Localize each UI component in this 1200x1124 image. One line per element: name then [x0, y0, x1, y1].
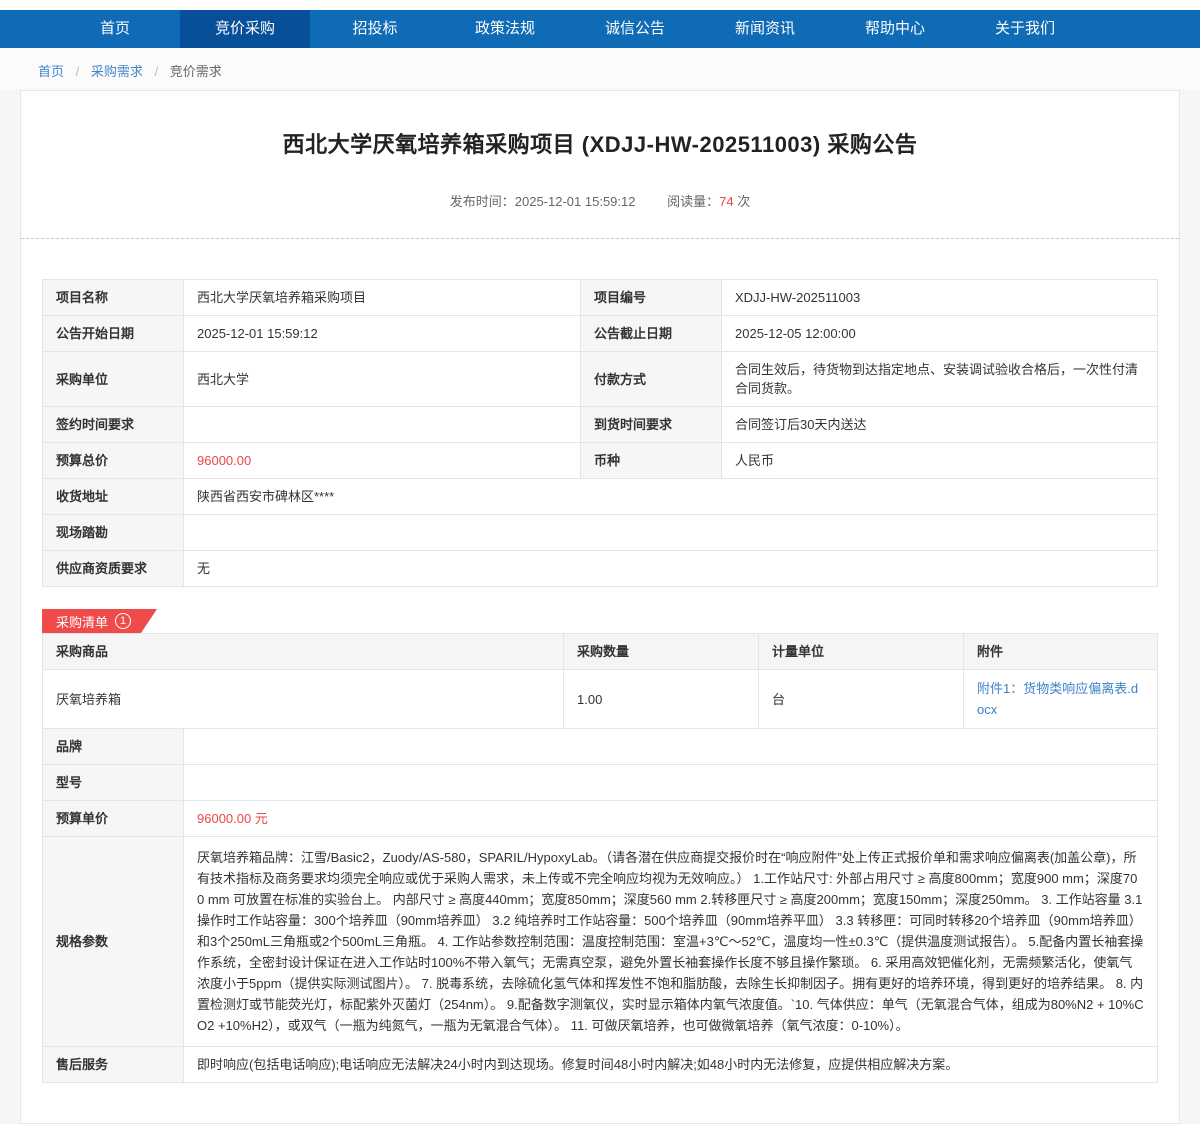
announcement-card: 西北大学厌氧培养箱采购项目 (XDJJ-HW-202511003) 采购公告 发…: [20, 90, 1180, 1124]
table-row: 公告开始日期 2025-12-01 15:59:12 公告截止日期 2025-1…: [43, 316, 1158, 352]
views-count: 74: [719, 194, 733, 209]
announcement-header: 西北大学厌氧培养箱采购项目 (XDJJ-HW-202511003) 采购公告 发…: [21, 91, 1179, 210]
supplier-qualification-value: 无: [184, 551, 1158, 587]
after-sales-label: 售后服务: [43, 1047, 184, 1083]
model-value: [184, 765, 1158, 801]
announcement-body: 项目名称 西北大学厌氧培养箱采购项目 项目编号 XDJJ-HW-20251100…: [21, 239, 1179, 1111]
end-date-value: 2025-12-05 12:00:00: [722, 316, 1158, 352]
delivery-time-label: 到货时间要求: [581, 407, 722, 443]
delivery-address-value: 陕西省西安市碑林区****: [184, 479, 1158, 515]
start-date-value: 2025-12-01 15:59:12: [184, 316, 581, 352]
item-row: 厌氧培养箱 1.00 台 附件1：货物类响应偏离表.docx: [43, 670, 1158, 729]
brand-value: [184, 729, 1158, 765]
project-name-label: 项目名称: [43, 280, 184, 316]
purchase-list-table: 采购商品 采购数量 计量单位 附件 厌氧培养箱 1.00 台 附件1：货物类响应…: [42, 633, 1158, 1083]
nav-item-about[interactable]: 关于我们: [960, 10, 1090, 48]
currency-label: 币种: [581, 443, 722, 479]
publish-time-value: 2025-12-01 15:59:12: [515, 194, 636, 209]
nav-item-policy[interactable]: 政策法规: [440, 10, 570, 48]
table-row: 现场踏勘: [43, 515, 1158, 551]
payment-method-label: 付款方式: [581, 352, 722, 407]
item-product-name: 厌氧培养箱: [43, 670, 564, 729]
item-unit: 台: [759, 670, 964, 729]
main-nav: 首页 竞价采购 招投标 政策法规 诚信公告 新闻资讯 帮助中心 关于我们: [0, 10, 1200, 48]
table-row: 型号: [43, 765, 1158, 801]
delivery-address-label: 收货地址: [43, 479, 184, 515]
breadcrumb-separator: /: [155, 64, 159, 79]
attachment-link[interactable]: 附件1：货物类响应偏离表.docx: [977, 678, 1144, 720]
project-number-label: 项目编号: [581, 280, 722, 316]
signing-time-label: 签约时间要求: [43, 407, 184, 443]
payment-method-value: 合同生效后，待货物到达指定地点、安装调试验收合格后，一次性付清合同货款。: [722, 352, 1158, 407]
breadcrumb-home[interactable]: 首页: [38, 64, 64, 79]
brand-label: 品牌: [43, 729, 184, 765]
unit-price-value: 96000.00 元: [184, 801, 1158, 837]
nav-item-integrity[interactable]: 诚信公告: [570, 10, 700, 48]
nav-item-bidding-purchase[interactable]: 竞价采购: [180, 10, 310, 48]
breadcrumb-separator: /: [76, 64, 80, 79]
announcement-meta: 发布时间：2025-12-01 15:59:12 阅读量：74 次: [21, 191, 1179, 210]
currency-value: 人民币: [722, 443, 1158, 479]
breadcrumb: 首页 / 采购需求 / 竞价需求: [0, 48, 1200, 90]
page-title: 西北大学厌氧培养箱采购项目 (XDJJ-HW-202511003) 采购公告: [21, 127, 1179, 159]
table-header-row: 采购商品 采购数量 计量单位 附件: [43, 634, 1158, 670]
table-row: 规格参数 厌氧培养箱品牌：江雪/Basic2，Zuody/AS-580，SPAR…: [43, 837, 1158, 1047]
purchase-list-count-badge: 1: [115, 613, 131, 629]
table-row: 售后服务 即时响应(包括电话响应);电话响应无法解决24小时内到达现场。修复时间…: [43, 1047, 1158, 1083]
nav-item-news[interactable]: 新闻资讯: [700, 10, 830, 48]
nav-item-help[interactable]: 帮助中心: [830, 10, 960, 48]
quantity-column-header: 采购数量: [564, 634, 759, 670]
delivery-time-value: 合同签订后30天内送达: [722, 407, 1158, 443]
end-date-label: 公告截止日期: [581, 316, 722, 352]
item-quantity: 1.00: [564, 670, 759, 729]
supplier-qualification-label: 供应商资质要求: [43, 551, 184, 587]
project-number-value: XDJJ-HW-202511003: [722, 280, 1158, 316]
purchase-list-badge-label: 采购清单: [56, 612, 108, 631]
purchaser-label: 采购单位: [43, 352, 184, 407]
table-row: 采购单位 西北大学 付款方式 合同生效后，待货物到达指定地点、安装调试验收合格后…: [43, 352, 1158, 407]
publish-time-label: 发布时间：: [450, 194, 515, 209]
purchase-list-badge-row: 采购清单 1: [42, 609, 1158, 633]
start-date-label: 公告开始日期: [43, 316, 184, 352]
project-name-value: 西北大学厌氧培养箱采购项目: [184, 280, 581, 316]
table-row: 预算总价 96000.00 币种 人民币: [43, 443, 1158, 479]
site-survey-value: [184, 515, 1158, 551]
breadcrumb-purchase-demand[interactable]: 采购需求: [91, 64, 143, 79]
table-row: 品牌: [43, 729, 1158, 765]
total-budget-label: 预算总价: [43, 443, 184, 479]
table-row: 收货地址 陕西省西安市碑林区****: [43, 479, 1158, 515]
site-survey-label: 现场踏勘: [43, 515, 184, 551]
unit-column-header: 计量单位: [759, 634, 964, 670]
purchase-list-badge: 采购清单 1: [42, 609, 157, 633]
table-row: 签约时间要求 到货时间要求 合同签订后30天内送达: [43, 407, 1158, 443]
model-label: 型号: [43, 765, 184, 801]
nav-item-home[interactable]: 首页: [50, 10, 180, 48]
table-row: 项目名称 西北大学厌氧培养箱采购项目 项目编号 XDJJ-HW-20251100…: [43, 280, 1158, 316]
table-row: 供应商资质要求 无: [43, 551, 1158, 587]
after-sales-value: 即时响应(包括电话响应);电话响应无法解决24小时内到达现场。修复时间48小时内…: [184, 1047, 1158, 1083]
total-budget-value: 96000.00: [184, 443, 581, 479]
views-label: 阅读量：: [667, 194, 719, 209]
project-info-table: 项目名称 西北大学厌氧培养箱采购项目 项目编号 XDJJ-HW-20251100…: [42, 279, 1158, 587]
signing-time-value: [184, 407, 581, 443]
spec-value: 厌氧培养箱品牌：江雪/Basic2，Zuody/AS-580，SPARIL/Hy…: [184, 837, 1158, 1047]
spec-label: 规格参数: [43, 837, 184, 1047]
top-strip: [0, 0, 1200, 10]
breadcrumb-current: 竞价需求: [170, 64, 222, 79]
table-row: 预算单价 96000.00 元: [43, 801, 1158, 837]
unit-price-label: 预算单价: [43, 801, 184, 837]
nav-item-tender[interactable]: 招投标: [310, 10, 440, 48]
views-unit: 次: [737, 194, 750, 209]
attachment-column-header: 附件: [964, 634, 1158, 670]
product-column-header: 采购商品: [43, 634, 564, 670]
purchaser-value: 西北大学: [184, 352, 581, 407]
